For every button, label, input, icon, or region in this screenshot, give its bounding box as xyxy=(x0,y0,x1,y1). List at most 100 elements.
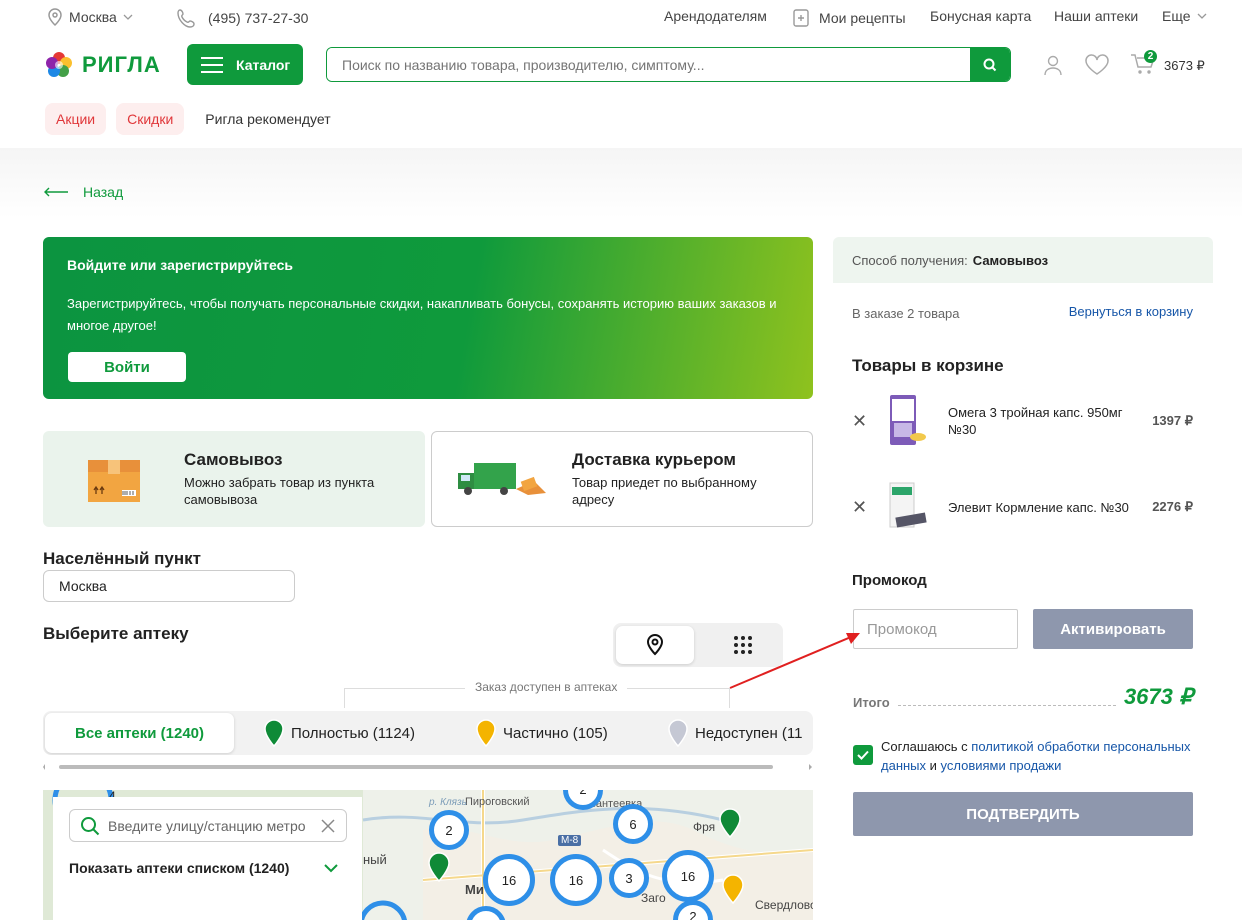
back-label: Назад xyxy=(83,184,124,200)
chip-actions[interactable]: Акции xyxy=(45,103,107,135)
login-button[interactable]: Войти xyxy=(68,352,186,382)
chevron-down-icon xyxy=(1197,13,1206,19)
login-banner-text: Зарегистрируйтесь, чтобы получать персон… xyxy=(67,296,777,333)
order-count: В заказе 2 товара xyxy=(852,306,960,321)
gray-marker-icon xyxy=(668,719,688,747)
yellow-marker-icon xyxy=(476,719,496,747)
location-pin-icon xyxy=(48,8,62,26)
cart-item-price: 2276 ₽ xyxy=(1152,499,1193,514)
map-cluster[interactable]: 16 xyxy=(483,854,535,906)
map-view-button[interactable] xyxy=(616,626,694,664)
delivery-option-courier[interactable]: Доставка курьером Товар приедет по выбра… xyxy=(431,431,813,527)
activate-promo-button[interactable]: Активировать xyxy=(1033,609,1193,649)
link-bonus-card[interactable]: Бонусная карта xyxy=(930,8,1031,24)
order-sidebar: Способ получения: Самовывоз В заказе 2 т… xyxy=(833,237,1213,887)
link-my-recipes[interactable]: Мои рецепты xyxy=(792,8,906,28)
availability-filters: Все аптеки (1240) Полностью (1124) Части… xyxy=(43,711,813,755)
map-cluster[interactable]: 3 xyxy=(609,858,649,898)
check-icon xyxy=(857,750,869,760)
link-bonus-card-label: Бонусная карта xyxy=(930,8,1032,24)
filter-unavailable-label: Недоступен (11 xyxy=(695,724,803,742)
promo-label: Промокод xyxy=(852,572,927,589)
filter-unavailable[interactable]: Недоступен (11 xyxy=(667,711,802,755)
heart-icon xyxy=(1085,54,1109,75)
delivery-option-pickup[interactable]: Самовывоз Можно забрать товар из пункта … xyxy=(43,431,425,527)
link-our-pharmacies-label: Наши аптеки xyxy=(1054,8,1139,24)
filter-full[interactable]: Полностью (1124) xyxy=(263,711,415,755)
pick-pharmacy-label: Выберите аптеку xyxy=(43,624,189,643)
top-bar: Москва (495) 737-27-30 Арендодателям Мои… xyxy=(0,0,1242,34)
agree-checkbox[interactable] xyxy=(853,745,873,765)
promo-chips: Акции Скидки Ригла рекомендует xyxy=(45,103,342,135)
city-field-label: Населённый пункт xyxy=(43,549,201,568)
box-icon xyxy=(88,460,140,502)
product-image xyxy=(890,395,926,445)
remove-item-icon[interactable]: ✕ xyxy=(852,411,870,432)
map-search-field[interactable]: Введите улицу/станцию метро xyxy=(69,809,347,842)
availability-note-frame: Заказ доступен в аптеках xyxy=(344,680,730,708)
product-image xyxy=(889,482,927,528)
delivery-method-label: Способ получения: xyxy=(852,252,968,268)
cart-button[interactable]: 2 3673 ₽ xyxy=(1130,50,1205,76)
filter-full-label: Полностью (1124) xyxy=(291,724,416,742)
green-marker-icon[interactable] xyxy=(427,852,451,882)
logo-text: РИГЛА xyxy=(82,52,161,77)
chip-discounts[interactable]: Скидки xyxy=(116,103,185,135)
search-input[interactable] xyxy=(327,48,970,81)
favorites-button[interactable] xyxy=(1084,54,1110,81)
filter-all-label: Все аптеки (1240) xyxy=(74,724,205,742)
filters-scrollbar[interactable] xyxy=(43,758,813,770)
chip-recommends[interactable]: Ригла рекомендует xyxy=(194,103,341,135)
city-field[interactable]: Москва xyxy=(43,570,295,602)
cart-item-name: Элевит Кормление капс. №30 xyxy=(948,499,1129,515)
back-to-cart-link[interactable]: Вернуться в корзину xyxy=(1069,304,1193,319)
map-label-west: ный xyxy=(363,852,387,867)
link-landlords-label: Арендодателям xyxy=(664,8,767,24)
arrow-left-icon xyxy=(44,187,68,197)
show-list-label: Показать аптеки списком (1240) xyxy=(69,860,290,876)
cart-item-name: Омега 3 тройная капс. 950мг №30 xyxy=(948,405,1123,437)
filter-all[interactable]: Все аптеки (1240) xyxy=(45,713,234,753)
total-value: 3673 ₽ xyxy=(1123,684,1193,709)
map-cluster[interactable]: 16 xyxy=(662,850,714,902)
cart-item-price: 1397 ₽ xyxy=(1152,413,1193,428)
cart-item: ✕ Омега 3 тройная капс. 950мг №30 1397 ₽ xyxy=(852,391,1193,451)
link-landlords[interactable]: Арендодателям xyxy=(664,8,767,24)
scrollbar-graphic xyxy=(43,764,812,770)
logo[interactable]: РИГЛА xyxy=(44,50,161,80)
filter-partial[interactable]: Частично (105) xyxy=(475,711,608,755)
green-marker-icon[interactable] xyxy=(718,808,742,838)
user-icon xyxy=(1044,55,1062,76)
courier-subtitle: Товар приедет по выбранному адресу xyxy=(572,475,757,507)
more-menu[interactable]: Еще xyxy=(1162,8,1207,24)
pickup-subtitle: Можно забрать товар из пункта самовывоза xyxy=(184,475,375,507)
sales-terms-link[interactable]: условиями продажи xyxy=(941,758,1062,773)
map-cluster[interactable]: 2 xyxy=(429,810,469,850)
phone-link[interactable]: (495) 737-27-30 xyxy=(176,8,308,28)
map-cluster[interactable]: 16 xyxy=(550,854,602,906)
phone-number: (495) 737-27-30 xyxy=(208,10,309,26)
pickup-title: Самовывоз xyxy=(184,450,283,469)
show-list-toggle[interactable]: Показать аптеки списком (1240) xyxy=(69,860,339,876)
city-selector[interactable]: Москва xyxy=(47,8,133,26)
map-search-panel: Введите улицу/станцию метро Показать апт… xyxy=(53,797,362,920)
search-bar xyxy=(326,47,1011,82)
map-label-m8: М-8 xyxy=(558,835,582,846)
profile-button[interactable] xyxy=(1042,54,1064,81)
search-button[interactable] xyxy=(970,48,1010,81)
promo-code-input[interactable]: Промокод xyxy=(853,609,1018,649)
cart-count-badge: 2 xyxy=(1144,50,1157,63)
remove-item-icon[interactable]: ✕ xyxy=(852,497,870,518)
cart-total: 3673 ₽ xyxy=(1164,57,1205,73)
yellow-marker-icon[interactable] xyxy=(721,874,745,904)
agree-prefix: Соглашаюсь с xyxy=(881,739,972,754)
order-total: Итого 3673 ₽ xyxy=(853,684,1193,710)
grid-view-button[interactable] xyxy=(705,626,780,664)
confirm-order-button[interactable]: ПОДТВЕРДИТЬ xyxy=(853,792,1193,836)
back-link[interactable]: Назад xyxy=(43,184,123,200)
map-cluster[interactable]: 6 xyxy=(613,804,653,844)
link-our-pharmacies[interactable]: Наши аптеки xyxy=(1054,8,1138,24)
agreement: Соглашаюсь с политикой обработки персона… xyxy=(853,737,1193,775)
close-icon[interactable] xyxy=(320,818,336,834)
catalog-button[interactable]: Каталог xyxy=(187,44,303,85)
